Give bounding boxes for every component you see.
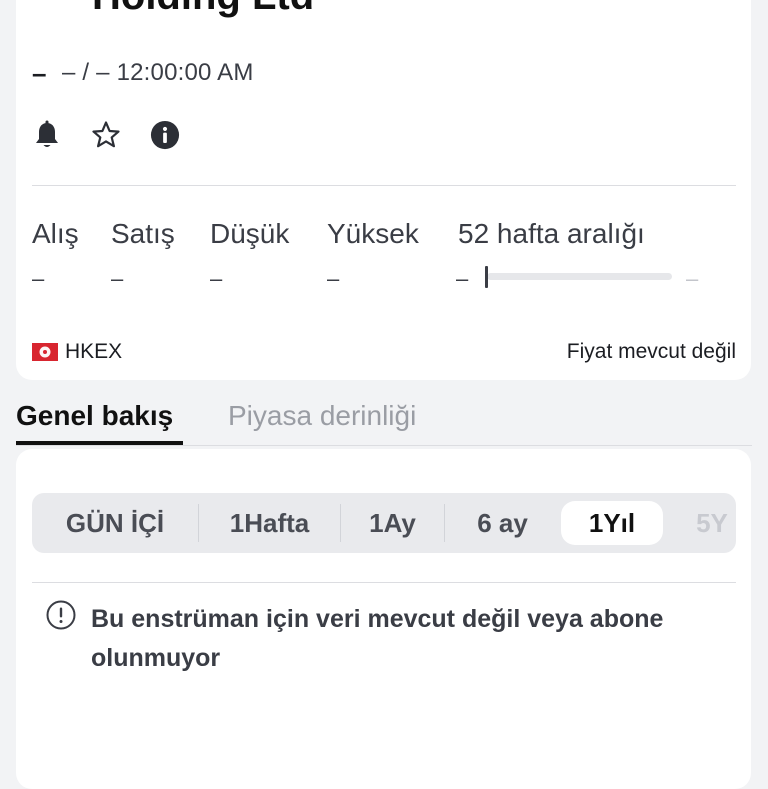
range-intraday[interactable]: GÜN İÇİ [32, 493, 198, 553]
hong-kong-flag-icon [32, 343, 58, 361]
range-bar [487, 273, 672, 280]
notice-text: Bu enstrüman için veri mevcut değil veya… [91, 605, 664, 672]
time-range-selector: GÜN İÇİ 1Hafta 1Ay 6 ay 1Yıl 5Y [32, 493, 736, 553]
range-1-year[interactable]: 1Yıl [561, 501, 663, 545]
tab-market-depth[interactable]: Piyasa derinliği [228, 396, 416, 436]
exchange-name: HKEX [65, 340, 123, 363]
stat-label: Satış [111, 218, 175, 249]
instrument-card [16, 0, 751, 380]
alert-circle-icon [46, 600, 76, 630]
exchange-info: HKEX [32, 340, 122, 364]
stat-high: Yüksek – [327, 214, 419, 290]
stat-low: Düşük – [210, 214, 289, 290]
range-6-months[interactable]: 6 ay [445, 493, 560, 553]
stat-value: – [32, 266, 45, 291]
stat-value: – [210, 266, 223, 291]
range-5-years[interactable]: 5Y [677, 493, 736, 553]
no-data-notice: Bu enstrüman için veri mevcut değil veya… [46, 600, 663, 672]
range-low-value: – [456, 266, 469, 291]
stat-label: Yüksek [327, 218, 419, 249]
range-1-month[interactable]: 1Ay [341, 493, 444, 553]
stat-label: 52 hafta aralığı [458, 218, 645, 249]
last-price: – [32, 57, 47, 88]
change-and-time: – / – 12:00:00 AM [62, 59, 254, 86]
range-1-week[interactable]: 1Hafta [199, 493, 340, 553]
divider [32, 185, 736, 186]
stat-ask: Satış – [111, 214, 175, 290]
range-high-value: – [686, 266, 699, 291]
price-row: – – / – 12:00:00 AM [32, 58, 254, 88]
stat-bid: Alış – [32, 214, 79, 290]
stat-value: – [327, 266, 340, 291]
stat-52-week-range: 52 hafta aralığı [458, 214, 645, 254]
stat-label: Düşük [210, 218, 290, 249]
star-icon[interactable] [91, 120, 121, 150]
stat-label: Alış [32, 218, 79, 249]
bell-icon[interactable] [32, 120, 62, 150]
range-marker [485, 266, 488, 288]
instrument-title: Holding Ltd [92, 0, 314, 18]
tab-overview[interactable]: Genel bakış [16, 396, 173, 436]
stat-value: – [111, 266, 124, 291]
divider [32, 582, 736, 583]
content-tabs: Genel bakış Piyasa derinliği [0, 388, 768, 446]
instrument-actions [32, 120, 209, 150]
tabs-divider [16, 445, 752, 446]
info-icon[interactable] [150, 120, 180, 150]
price-status: Fiyat mevcut değil [566, 340, 736, 363]
